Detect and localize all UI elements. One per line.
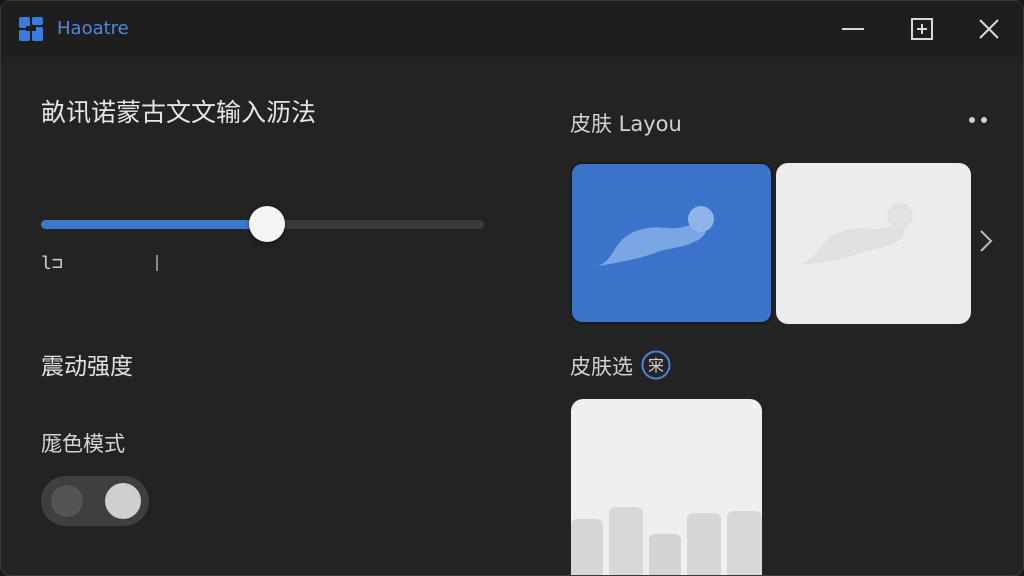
swimmer-illustration <box>598 206 714 266</box>
skin-select-badge-text: 宩 <box>648 356 664 375</box>
close-button[interactable] <box>974 15 1004 45</box>
slider-min-label: l⊐ <box>41 253 63 274</box>
vibration-strength-label: 震动强度 <box>41 354 133 380</box>
skin-select-badge-icon: 宩 <box>641 350 671 380</box>
app-title: Haoatre <box>57 18 129 39</box>
ime-title: 畝讯诺蒙古文文输入沥法 <box>41 98 317 127</box>
city-skyline-illustration <box>571 507 762 575</box>
skin-card-blue[interactable] <box>570 162 773 324</box>
skin-select-heading: 皮肤选 <box>570 355 633 379</box>
maximize-button[interactable] <box>907 15 937 45</box>
dark-mode-toggle[interactable] <box>41 476 149 526</box>
toggle-off-indicator <box>51 485 83 517</box>
more-options-icon[interactable] <box>963 109 993 131</box>
slider-fill <box>41 220 267 229</box>
skin-card-city[interactable] <box>571 399 762 575</box>
slider-tick-mark <box>156 255 158 271</box>
minimize-button[interactable] <box>838 15 868 45</box>
chevron-right-icon[interactable] <box>975 227 997 255</box>
app-window: Haoatre 畝讯诺蒙古文文输入沥法 l⊐ 震动强度 厖色模式 皮肤 Layo… <box>0 0 1024 576</box>
title-bar: Haoatre <box>1 1 1023 57</box>
skin-layout-heading: 皮肤 Layou <box>570 112 682 136</box>
swimmer-illustration-light <box>800 203 913 265</box>
close-icon <box>979 19 999 39</box>
slider-thumb[interactable] <box>249 206 285 242</box>
toggle-knob <box>105 483 141 519</box>
minimize-icon <box>842 28 864 30</box>
skin-card-white[interactable] <box>776 163 971 324</box>
maximize-icon <box>911 18 933 40</box>
app-logo-icon <box>19 17 43 41</box>
dark-mode-label: 厖色模式 <box>41 432 125 456</box>
